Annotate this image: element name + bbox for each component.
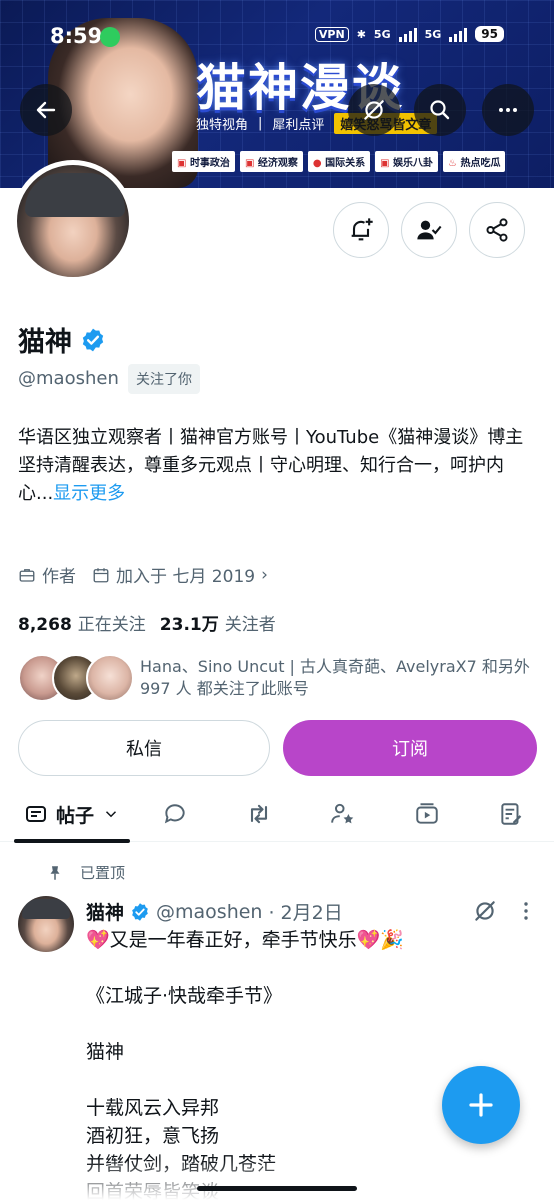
status-right: VPN ✱ 5G 5G 95 xyxy=(314,26,504,42)
post-grok-button[interactable] xyxy=(472,898,498,928)
profile-meta: 作者 加入于 七月 2019 › xyxy=(18,562,268,587)
banner-tag: ▣ 娱乐八卦 xyxy=(375,151,439,172)
posts-icon xyxy=(25,806,46,822)
tab-replies[interactable] xyxy=(150,786,200,842)
arrow-left-icon xyxy=(36,101,56,119)
grok-button[interactable] xyxy=(348,84,400,136)
status-time: 8:59 xyxy=(50,24,103,48)
more-vertical-icon xyxy=(524,902,528,920)
subscribe-button[interactable]: 订阅 xyxy=(283,720,537,776)
show-more-link[interactable]: 显示更多 xyxy=(53,483,125,504)
notify-button[interactable] xyxy=(333,202,389,258)
avatar-cap xyxy=(25,173,125,217)
grok-icon xyxy=(475,901,495,921)
avatar xyxy=(86,654,134,702)
post-header: 猫神 @maoshen · 2月2日 xyxy=(86,898,343,925)
post-more-button[interactable] xyxy=(514,898,538,928)
bio-line-1: 华语区独立观察者丨猫神官方账号丨YouTube《猫神漫谈》博主 xyxy=(18,427,524,448)
followers-stat[interactable]: 23.1万 关注者 xyxy=(160,610,276,635)
post-body[interactable]: 💖又是一年春正好，牵手节快乐💖🎉 《江城子·快哉牵手节》 猫神 十载风云入异邦 … xyxy=(86,926,526,1200)
grok-icon xyxy=(364,100,384,120)
dm-button[interactable]: 私信 xyxy=(18,720,270,776)
search-icon xyxy=(430,100,450,120)
meta-joined[interactable]: 加入于 七月 2019 › xyxy=(92,562,268,587)
post-handle: @maoshen xyxy=(156,900,263,923)
network-label-2: 5G xyxy=(424,27,442,41)
post-avatar[interactable] xyxy=(18,896,74,952)
more-options-button[interactable] xyxy=(482,84,534,136)
mutual-followers-text: Hana、Sino Uncut | 古人真奇葩、AvelyraX7 和另外 99… xyxy=(140,657,530,698)
chevron-right-icon: › xyxy=(261,564,268,585)
status-bar: 8:59 VPN ✱ 5G 5G 95 xyxy=(0,22,554,52)
tab-articles[interactable] xyxy=(486,786,536,842)
share-icon xyxy=(486,218,508,242)
profile-bio: 华语区独立观察者丨猫神官方账号丨YouTube《猫神漫谈》博主 坚持清醒表达，尊… xyxy=(18,424,538,508)
tab-posts[interactable]: 帖子 xyxy=(14,786,130,842)
bottom-fade xyxy=(0,1160,554,1200)
more-horizontal-icon xyxy=(499,108,517,112)
article-icon xyxy=(501,803,522,825)
signal-icon xyxy=(449,26,468,42)
back-button[interactable] xyxy=(20,84,72,136)
share-button[interactable] xyxy=(469,202,525,258)
calendar-icon xyxy=(93,567,109,582)
pin-icon xyxy=(50,865,60,880)
tab-highlights[interactable] xyxy=(318,786,368,842)
banner-tag: ● 国际关系 xyxy=(307,151,371,172)
meta-author: 作者 xyxy=(18,562,76,587)
profile-tabs: 帖子 xyxy=(0,786,554,842)
banner-tagline-2: 犀利点评 xyxy=(272,118,325,133)
following-stat[interactable]: 8,268 正在关注 xyxy=(18,610,146,635)
display-name: 猫神 xyxy=(18,327,72,358)
search-button[interactable] xyxy=(414,84,466,136)
banner-tag: ▣ 经济观察 xyxy=(239,151,303,172)
bluetooth-icon: ✱ xyxy=(356,27,366,41)
plus-icon xyxy=(469,1093,493,1117)
follows-you-badge: 关注了你 xyxy=(128,364,200,394)
bio-line-2: 坚持清醒表达，尊重多元观点丨守心明理、知行合一，呵护内心...显示更多 xyxy=(18,455,504,504)
post-author[interactable]: 猫神 xyxy=(86,898,124,925)
media-icon xyxy=(416,803,438,824)
network-label-1: 5G xyxy=(373,27,391,41)
bell-plus-icon xyxy=(351,218,373,241)
repost-icon xyxy=(250,804,268,824)
wechat-icon xyxy=(100,27,120,47)
banner-tag: ♨ 热点吃瓜 xyxy=(443,151,506,172)
post-date: · 2月2日 xyxy=(268,902,343,924)
follow-stats: 8,268 正在关注 23.1万 关注者 xyxy=(18,610,276,635)
vpn-badge: VPN xyxy=(314,26,349,42)
user-check-icon xyxy=(417,220,442,240)
chevron-down-icon xyxy=(105,811,117,818)
avatar-cap xyxy=(22,899,70,919)
banner-tag: ▣ 时事政治 xyxy=(172,151,235,172)
reply-icon xyxy=(164,804,185,824)
tab-reposts[interactable] xyxy=(234,786,284,842)
tab-active-indicator xyxy=(14,839,130,843)
display-name-row: 猫神 xyxy=(18,320,106,359)
banner-subline: 独特视角 | 犀利点评 嬉笑怒骂皆文章 xyxy=(196,113,438,134)
pinned-label: 已置顶 xyxy=(46,862,125,883)
tab-media[interactable] xyxy=(402,786,452,842)
verified-badge-icon xyxy=(132,902,148,921)
briefcase-icon xyxy=(19,568,35,582)
verified-badge-icon xyxy=(82,328,104,351)
compose-button[interactable] xyxy=(442,1066,520,1144)
battery-indicator: 95 xyxy=(475,26,504,42)
banner-separator: | xyxy=(258,116,263,131)
home-indicator[interactable] xyxy=(197,1186,357,1191)
banner-tagline-1: 独特视角 xyxy=(196,118,249,133)
following-button[interactable] xyxy=(401,202,457,258)
banner-tags: ▣ 时事政治 ▣ 经济观察 ● 国际关系 ▣ 娱乐八卦 ♨ 热点吃瓜 xyxy=(172,151,506,172)
signal-icon xyxy=(398,26,417,42)
mutual-followers[interactable]: Hana、Sino Uncut | 古人真奇葩、AvelyraX7 和另外 99… xyxy=(18,654,530,702)
mutual-avatars xyxy=(18,654,134,702)
profile-avatar[interactable] xyxy=(12,160,134,282)
user-handle: @maoshen xyxy=(18,368,119,389)
user-star-icon xyxy=(331,803,354,824)
